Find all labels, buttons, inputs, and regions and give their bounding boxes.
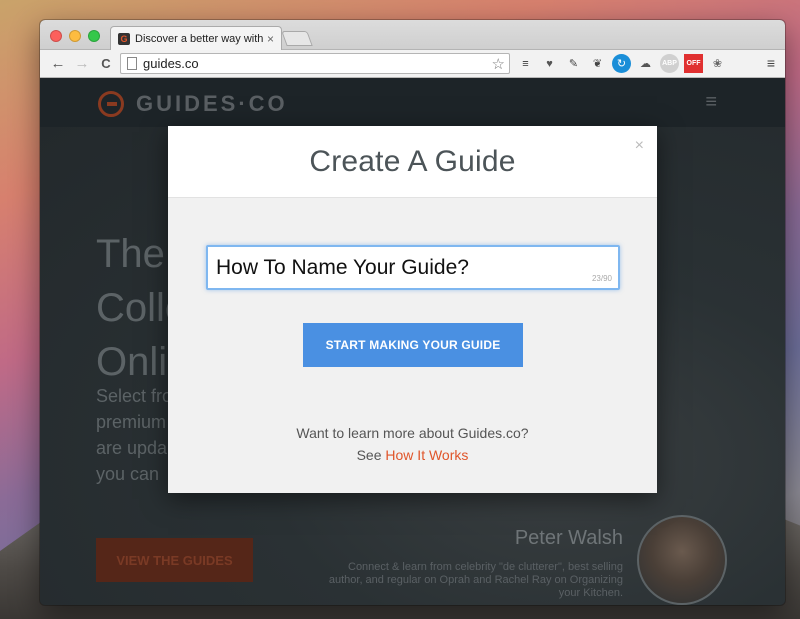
guide-title-input[interactable] [208,247,618,288]
browser-tab[interactable]: G Discover a better way with × [110,26,282,51]
close-window-button[interactable] [50,30,62,42]
site-logo[interactable]: GUIDES·CO [98,91,288,117]
tab-strip: G Discover a better way with × [40,20,785,51]
browser-toolbar: ← → C guides.co ☆ ≡ ♥ ✎ ❦ ↻ ☁ ABP OFF ❀ ≡ [40,50,785,78]
pocket-icon[interactable]: ♥ [540,54,559,73]
off-icon[interactable]: OFF [684,54,703,73]
learn-more-text: Want to learn more about Guides.co? [296,425,529,441]
page-icon [127,57,137,70]
buffer-icon[interactable]: ≡ [516,54,535,73]
cloud-icon[interactable]: ☁ [636,54,655,73]
clip-icon[interactable]: ❦ [588,54,607,73]
how-it-works-line: See How It Works [168,444,657,466]
character-count: 23/90 [591,274,612,283]
start-making-guide-button[interactable]: START MAKING YOUR GUIDE [303,323,523,367]
learn-more: Want to learn more about Guides.co? See … [168,422,657,466]
forward-arrow-icon[interactable]: → [70,55,94,72]
reload-icon[interactable]: C [94,56,118,71]
site-header: GUIDES·CO ≡ [40,79,785,127]
modal-close-icon[interactable]: × [635,137,644,155]
back-arrow-icon[interactable]: ← [46,55,70,72]
address-bar[interactable]: guides.co ☆ [120,53,510,74]
window-controls [50,30,100,42]
evernote-icon[interactable]: ✎ [564,54,583,73]
featured-author-bio: Connect & learn from celebrity "de clutt… [328,561,623,599]
guide-title-field: 23/90 [206,245,620,290]
bookmark-star-icon[interactable]: ☆ [492,55,505,73]
zoom-window-button[interactable] [88,30,100,42]
guides-logo-icon [98,91,124,117]
browser-menu-icon[interactable]: ≡ [767,55,775,71]
logo-text: GUIDES·CO [136,91,288,116]
how-it-works-link[interactable]: How It Works [385,447,468,463]
extension-icons: ≡ ♥ ✎ ❦ ↻ ☁ ABP OFF ❀ [516,54,727,73]
address-bar-url: guides.co [143,56,199,71]
hamburger-menu-icon[interactable]: ≡ [705,91,717,114]
tab-title: Discover a better way with [135,33,263,45]
featured-author-name: Peter Walsh [514,527,623,549]
modal-title: Create A Guide [309,144,516,178]
author-avatar [637,515,727,605]
film-icon[interactable]: ❀ [708,54,727,73]
new-tab-button[interactable] [281,31,313,46]
minimize-window-button[interactable] [69,30,81,42]
view-guides-button[interactable]: VIEW THE GUIDES [96,538,253,582]
create-guide-modal: Create A Guide × 23/90 START MAKING YOUR… [168,126,657,493]
modal-header: Create A Guide × [168,126,657,198]
guides-favicon-icon: G [118,33,130,45]
see-prefix: See [356,447,382,463]
refresh-ext-icon[interactable]: ↻ [612,54,631,73]
tab-close-icon[interactable]: × [267,32,274,46]
adblock-icon[interactable]: ABP [660,54,679,73]
